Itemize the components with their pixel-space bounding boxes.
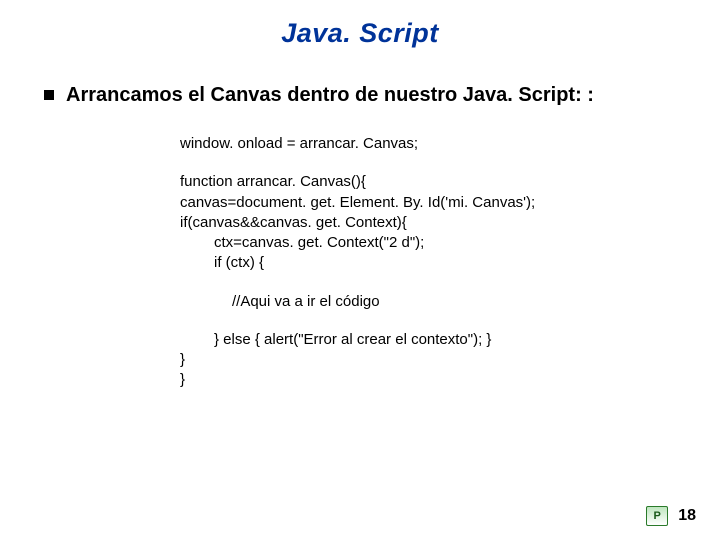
footer: 18 xyxy=(646,506,696,526)
code-line: window. onload = arrancar. Canvas; xyxy=(180,134,680,154)
code-comment: //Aqui va a ir el código xyxy=(180,292,680,312)
slide-title: Java. Script xyxy=(40,18,680,49)
logo-icon xyxy=(646,506,668,526)
slide: Java. Script Arrancamos el Canvas dentro… xyxy=(0,0,720,540)
code-line: } xyxy=(180,370,680,390)
code-line: if (ctx) { xyxy=(180,253,680,273)
bullet-text: Arrancamos el Canvas dentro de nuestro J… xyxy=(66,83,594,108)
code-line: } xyxy=(180,350,680,370)
bullet-square-icon xyxy=(44,90,54,100)
code-line: if(canvas&&canvas. get. Context){ xyxy=(180,213,680,233)
code-line: } else { alert("Error al crear el contex… xyxy=(180,330,680,350)
code-line: canvas=document. get. Element. By. Id('m… xyxy=(180,193,680,213)
code-block: window. onload = arrancar. Canvas; funct… xyxy=(180,134,680,391)
code-line: ctx=canvas. get. Context("2 d"); xyxy=(180,233,680,253)
code-line: function arrancar. Canvas(){ xyxy=(180,172,680,192)
page-number: 18 xyxy=(678,507,696,525)
bullet-item: Arrancamos el Canvas dentro de nuestro J… xyxy=(40,83,680,108)
